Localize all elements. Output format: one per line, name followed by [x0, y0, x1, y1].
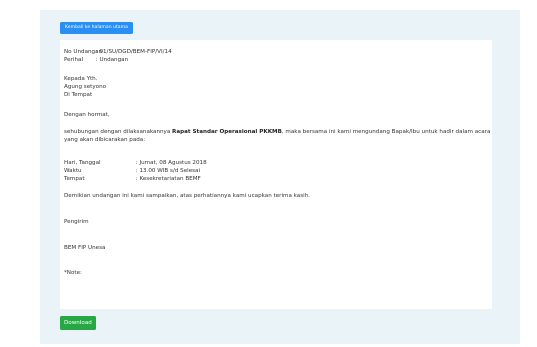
invitation-number-row: No Undangan : 01/SU/DGD/BEM-FIP/VI/14 — [64, 49, 172, 57]
date-row: Hari, Tanggal : Jumat, 08 Agustus 2018 — [64, 160, 207, 168]
subject-row: Perihal : Undangan — [64, 57, 128, 65]
recipient-name: Agung setyono — [64, 84, 107, 90]
date-label: Hari, Tanggal — [64, 160, 101, 166]
invitation-number-value: : 01/SU/DGD/BEM-FIP/VI/14 — [95, 49, 172, 55]
recipient-location: Di Tempat — [64, 92, 93, 98]
place-label: Tempat — [64, 176, 85, 182]
time-value: : 13.00 WIB s/d Selesai — [135, 168, 201, 174]
date-value: : Jumat, 08 Agustus 2018 — [135, 160, 207, 166]
time-row: Waktu : 13.00 WIB s/d Selesai — [64, 168, 200, 176]
event-name: Rapat Standar Operasional PKKMB — [172, 129, 282, 135]
download-button[interactable]: Download — [60, 316, 96, 330]
sender-name: BEM FIP Unesa — [64, 245, 106, 251]
recipient-line-1: Kepada Yth. — [64, 76, 98, 82]
subject-value: : Undangan — [95, 57, 129, 63]
note-text: *Note: — [64, 270, 82, 276]
invitation-letter: No Undangan : 01/SU/DGD/BEM-FIP/VI/14 Pe… — [60, 40, 492, 309]
page-container: Kembali ke halaman utama No Undangan : 0… — [40, 10, 520, 344]
closing-text: Demikian undangan ini kami sampaikan, at… — [64, 193, 311, 199]
sender-label: Pengirim — [64, 219, 89, 225]
place-row: Tempat : Kesekretariatan BEMF — [64, 176, 201, 184]
back-to-home-button[interactable]: Kembali ke halaman utama — [60, 22, 133, 34]
body-text-pre: sehubungan dengan dilaksanakannya — [64, 129, 173, 135]
body-paragraph: sehubungan dengan dilaksanakannya Rapat … — [64, 129, 492, 144]
greeting: Dengan hormat, — [64, 112, 110, 118]
invitation-number-label: No Undangan — [64, 49, 103, 55]
place-value: : Kesekretariatan BEMF — [135, 176, 201, 182]
time-label: Waktu — [64, 168, 82, 174]
subject-label: Perihal — [64, 57, 83, 63]
